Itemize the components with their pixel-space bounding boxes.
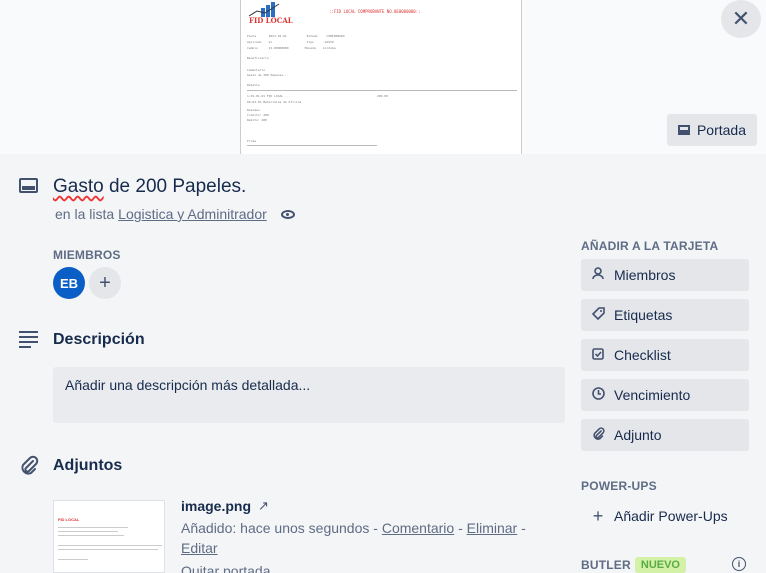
add-member-button[interactable]: + <box>89 267 121 299</box>
description-icon <box>19 331 38 351</box>
thumbnail-brand: FID LOCAL <box>58 517 80 522</box>
sidebar-attachment-label: Adjunto <box>614 427 662 443</box>
doc-header: ::FID LOCAL COMPROBANTE NO.0E0000000:: <box>329 9 421 14</box>
list-link[interactable]: Logistica y Adminitrador <box>118 206 267 222</box>
butler-label: BUTLER <box>581 558 631 572</box>
card-cover-icon <box>677 125 690 135</box>
add-to-card-label: AÑADIR A LA TARJETA <box>581 239 719 253</box>
tag-icon <box>591 307 605 323</box>
cover-button[interactable]: Portada <box>667 114 757 146</box>
attachment-delete-link[interactable]: Eliminar <box>467 520 518 536</box>
attachment-added: Añadido: hace unos segundos <box>181 520 370 536</box>
sidebar-due-date-button[interactable]: Vencimiento <box>581 379 749 411</box>
close-button[interactable]: ✕ <box>721 0 761 38</box>
sidebar-checklist-button[interactable]: Checklist <box>581 339 749 371</box>
external-link-icon[interactable]: ↗ <box>258 498 269 514</box>
sidebar-members-label: Miembros <box>614 267 676 283</box>
cover-button-label: Portada <box>696 122 747 138</box>
card-title-rest: de 200 Papeles. <box>103 176 247 197</box>
card-title[interactable]: Gasto de 200 Papeles. <box>53 176 246 198</box>
members-label: MIEMBROS <box>53 248 121 262</box>
sidebar-labels-label: Etiquetas <box>614 307 673 323</box>
description-input[interactable]: Añadir una descripción más detallada... <box>53 367 565 423</box>
sidebar-labels-button[interactable]: Etiquetas <box>581 299 749 331</box>
butler-header: BUTLER NUEVO <box>581 557 686 573</box>
attachment-thumbnail[interactable]: FID LOCAL <box>53 500 165 573</box>
new-badge: NUEVO <box>634 557 686 573</box>
plus-icon: + <box>592 505 604 526</box>
card-icon <box>19 178 38 193</box>
attachment-meta: Añadido: hace unos segundos - Comentario… <box>181 520 526 556</box>
attachment-name[interactable]: image.png <box>181 498 251 514</box>
sidebar-checklist-label: Checklist <box>614 347 671 363</box>
description-title: Descripción <box>53 331 145 348</box>
attachments-title: Adjuntos <box>53 457 123 474</box>
card-cover: FID LOCAL ::FID LOCAL COMPROBANTE NO.0E0… <box>0 0 766 154</box>
add-powerups-button[interactable]: + Añadir Power-Ups <box>581 500 749 532</box>
add-powerups-label: Añadir Power-Ups <box>614 508 728 524</box>
list-prefix: en la lista <box>55 206 115 222</box>
sidebar-members-button[interactable]: Miembros <box>581 259 749 291</box>
card-title-first-word: Gasto <box>53 176 104 197</box>
paperclip-icon <box>19 455 39 481</box>
powerups-label: POWER-UPS <box>581 479 657 493</box>
checklist-icon <box>591 347 605 363</box>
attachment-comment-link[interactable]: Comentario <box>382 520 454 536</box>
card-list-info: en la lista Logistica y Adminitrador <box>55 206 295 222</box>
close-icon: ✕ <box>731 6 751 31</box>
person-icon <box>591 267 605 283</box>
info-icon[interactable]: i <box>732 557 746 571</box>
attachment-edit-link[interactable]: Editar <box>181 540 218 556</box>
sidebar-attachment-button[interactable]: Adjunto <box>581 419 749 451</box>
avatar[interactable]: EB <box>53 267 85 299</box>
paperclip-icon <box>591 427 605 443</box>
remove-cover-link[interactable]: Quitar portada <box>181 563 271 573</box>
clock-icon <box>591 387 605 403</box>
doc-brand: FID LOCAL <box>249 16 293 25</box>
sidebar-due-date-label: Vencimiento <box>614 387 691 403</box>
watch-eye-icon[interactable] <box>280 209 295 219</box>
cover-image: FID LOCAL ::FID LOCAL COMPROBANTE NO.0E0… <box>240 0 522 154</box>
